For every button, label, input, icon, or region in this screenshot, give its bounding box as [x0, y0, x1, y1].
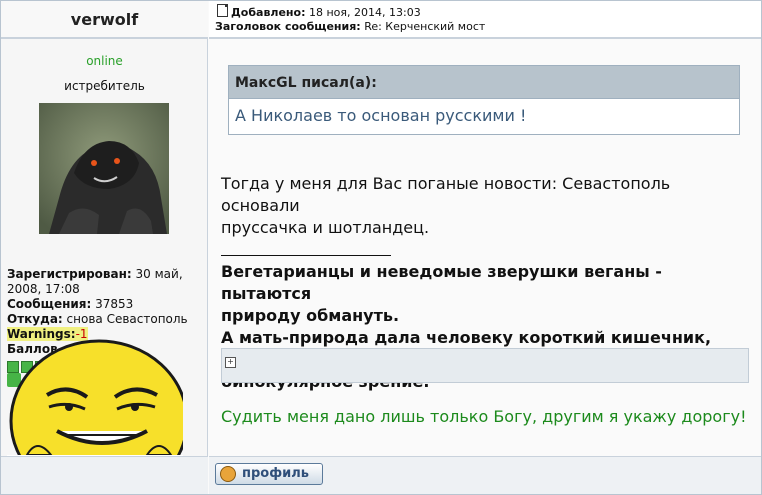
quote-text: А Николаев то основан русскими ! [235, 106, 527, 125]
messages-value: 37853 [95, 297, 134, 311]
forum-post: verwolf online истребитель Зарегистриров… [0, 0, 762, 495]
signature-line: природу обмануть. [221, 306, 400, 325]
post-subject-row: Заголовок сообщения: Re: Керченский мост [215, 20, 485, 33]
profile-button[interactable]: профиль [215, 463, 323, 485]
from-row: Откуда: снова Севастополь [7, 312, 203, 327]
post-doc-icon[interactable] [217, 4, 228, 17]
from-label: Откуда: [7, 312, 63, 326]
post-subject-label: Заголовок сообщения: [215, 20, 361, 33]
post-body-line: Тогда у меня для Вас поганые новости: Се… [221, 174, 671, 215]
author-header: verwolf [1, 1, 208, 39]
avatar [39, 103, 169, 234]
messages-row: Сообщения: 37853 [7, 297, 203, 312]
quote-block: МаксGL писал(а): А Николаев то основан р… [228, 65, 740, 135]
profile-button-label: профиль [242, 466, 309, 481]
grinning-emoji-icon [7, 339, 183, 465]
signature-line: Вегетарианцы и неведомые зверушки веганы… [221, 262, 662, 303]
post-footer: профиль [209, 456, 761, 494]
messages-label: Сообщения: [7, 297, 92, 311]
author-panel: verwolf online истребитель Зарегистриров… [1, 1, 208, 494]
post-added-value: 18 ноя, 2014, 13:03 [309, 6, 421, 19]
post-body: Тогда у меня для Вас поганые новости: Се… [221, 173, 751, 239]
post-added-row: Добавлено: 18 ноя, 2014, 13:03 [217, 4, 421, 19]
registered-row: Зарегистрирован: 30 май, 2008, 17:08 [7, 267, 203, 297]
registered-label: Зарегистрирован: [7, 267, 132, 281]
signature-motto: Судить меня дано лишь только Богу, други… [221, 407, 747, 426]
quote-author: МаксGL писал(а): [229, 66, 739, 99]
from-value: снова Севастополь [66, 312, 188, 326]
post-meta: Добавлено: 18 ноя, 2014, 13:03 Заголовок… [209, 1, 761, 39]
author-footer [1, 456, 208, 494]
profile-person-icon [220, 466, 236, 482]
post-body-line: пруссачка и шотландец. [221, 218, 430, 237]
post-panel: Добавлено: 18 ноя, 2014, 13:03 Заголовок… [209, 1, 761, 494]
online-status: online [86, 54, 123, 68]
author-name[interactable]: verwolf [1, 10, 208, 29]
post-subject-value: Re: Керченский мост [364, 20, 486, 33]
attachment-expand-icon[interactable]: + [225, 357, 236, 368]
signature-divider [221, 255, 391, 256]
post-added-label: Добавлено: [231, 6, 306, 19]
author-rank: истребитель [64, 79, 145, 93]
spoiler-block: + [221, 348, 749, 383]
